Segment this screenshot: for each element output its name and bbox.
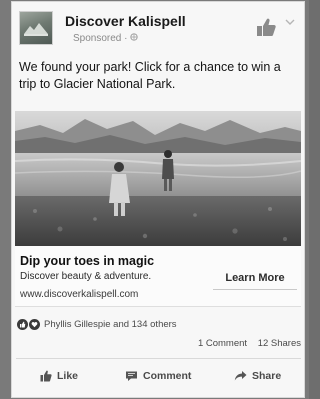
reactions-summary[interactable]: Phyllis Gillespie and 134 others xyxy=(17,319,177,330)
post-actions-bar: Like Comment Share xyxy=(12,366,304,388)
like-icon xyxy=(40,370,52,382)
globe-icon xyxy=(130,33,138,41)
thumbs-up-icon[interactable] xyxy=(255,16,277,38)
reactions-text: Phyllis Gillespie and 134 others xyxy=(44,319,177,330)
link-preview[interactable]: Dip your toes in magic Discover beauty &… xyxy=(15,246,301,307)
post-text: We found your park! Click for a chance t… xyxy=(19,60,281,91)
share-icon xyxy=(234,371,247,381)
comment-button[interactable]: Comment xyxy=(125,366,191,386)
love-reaction-icon xyxy=(29,319,40,330)
link-domain[interactable]: www.discoverkalispell.com xyxy=(20,289,138,300)
link-headline[interactable]: Dip your toes in magic xyxy=(20,254,154,268)
share-button[interactable]: Share xyxy=(234,366,281,386)
sponsored-text: Sponsored xyxy=(73,33,122,44)
sponsored-post-card: Discover Kalispell Sponsored · We found … xyxy=(12,2,304,397)
comment-label: Comment xyxy=(143,370,192,382)
chevron-down-icon[interactable] xyxy=(285,18,295,26)
shares-count[interactable]: 12 Shares xyxy=(258,338,301,349)
actions-divider xyxy=(16,358,301,359)
sponsored-label: Sponsored · xyxy=(73,33,138,44)
screenshot-frame: Discover Kalispell Sponsored · We found … xyxy=(0,0,309,399)
engagement-counts: 1 Comment 12 Shares xyxy=(190,338,301,349)
like-button[interactable]: Like xyxy=(40,366,78,386)
lake-photo xyxy=(15,111,301,246)
link-description: Discover beauty & adventure. xyxy=(20,271,152,282)
learn-more-button[interactable]: Learn More xyxy=(213,267,297,290)
like-reaction-icon xyxy=(17,319,28,330)
page-name[interactable]: Discover Kalispell xyxy=(65,13,186,29)
like-label: Like xyxy=(57,370,79,382)
comment-icon xyxy=(126,371,137,381)
comments-count[interactable]: 1 Comment xyxy=(198,338,247,349)
page-avatar[interactable] xyxy=(19,11,53,45)
kalispell-logo-icon xyxy=(24,23,48,36)
share-label: Share xyxy=(252,370,282,382)
post-photo[interactable] xyxy=(15,111,301,246)
